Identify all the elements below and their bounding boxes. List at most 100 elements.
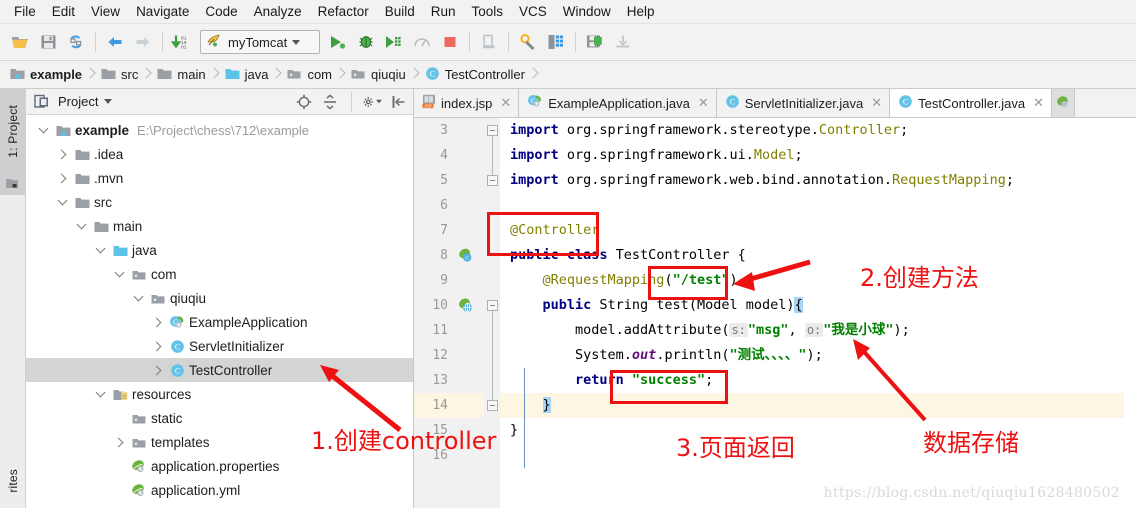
close-icon[interactable]: ✕ [1033, 95, 1044, 111]
tree-item-qiuqiu[interactable]: qiuqiu [26, 286, 413, 310]
gear-icon[interactable] [363, 92, 383, 112]
tree-item-static[interactable]: static [26, 406, 413, 430]
tree-twisty[interactable] [110, 262, 129, 286]
profiler-icon[interactable] [408, 28, 436, 56]
gutter-line-13[interactable]: 13 [414, 368, 484, 393]
fold-marker-imports-end[interactable] [487, 175, 498, 186]
breadcrumb-item-example[interactable]: example [4, 61, 86, 89]
run-with-coverage-icon[interactable] [380, 28, 408, 56]
menu-item-vcs[interactable]: VCS [511, 2, 555, 21]
tree-twisty[interactable] [148, 310, 167, 334]
menu-item-view[interactable]: View [83, 2, 128, 21]
tree-item-src[interactable]: src [26, 190, 413, 214]
editor-gutter[interactable]: 3 4 5 6 7 8 C 9 10 11 12 13 14 15 16 [414, 118, 484, 508]
breadcrumb-item-testcontroller[interactable]: C TestController [419, 61, 529, 89]
gutter-line-16[interactable]: 16 [414, 443, 484, 468]
tree-item--idea[interactable]: .idea [26, 142, 413, 166]
synchronize-icon[interactable] [62, 28, 90, 56]
structure-tool-icon[interactable] [0, 173, 25, 195]
tree-item--mvn[interactable]: .mvn [26, 166, 413, 190]
code-lines[interactable]: import org.springframework.stereotype.Co… [500, 118, 1124, 508]
save-project-icon[interactable] [581, 28, 609, 56]
tree-item-exampleapplication[interactable]: C ExampleApplication [26, 310, 413, 334]
breadcrumb-item-qiuqiu[interactable]: qiuqiu [345, 61, 410, 89]
tree-twisty[interactable] [91, 382, 110, 406]
compile-icon[interactable]: 01 10 01 [168, 28, 196, 56]
spring-bean-icon[interactable]: C [448, 247, 484, 265]
settings-icon[interactable] [514, 28, 542, 56]
gutter-line-10[interactable]: 10 [414, 293, 484, 318]
tree-item-example[interactable]: example E:\Project\chess\712\example [26, 118, 413, 142]
gutter-line-12[interactable]: 12 [414, 343, 484, 368]
gutter-line-3[interactable]: 3 [414, 118, 484, 143]
gutter-line-4[interactable]: 4 [414, 143, 484, 168]
tree-twisty[interactable] [91, 238, 110, 262]
tree-item-testcontroller[interactable]: C TestController [26, 358, 413, 382]
tree-twisty[interactable] [110, 430, 129, 454]
gutter-line-8[interactable]: 8C [414, 243, 484, 268]
menu-item-window[interactable]: Window [555, 2, 619, 21]
fold-marker-method-end[interactable] [487, 400, 498, 411]
tree-item-resources[interactable]: resources [26, 382, 413, 406]
close-icon[interactable]: ✕ [871, 95, 882, 111]
fold-column[interactable] [484, 118, 500, 508]
tree-twisty[interactable] [110, 478, 129, 502]
code-editor[interactable]: 3 4 5 6 7 8 C 9 10 11 12 13 14 15 16 import org.spring… [414, 118, 1136, 508]
menu-item-analyze[interactable]: Analyze [246, 2, 310, 21]
project-tree[interactable]: example E:\Project\chess\712\example .idea… [26, 115, 413, 508]
editor-tab-testcontroller[interactable]: C TestController.java ✕ [890, 89, 1053, 117]
tree-twisty[interactable] [129, 286, 148, 310]
tool-window-button-project[interactable]: 1: Project [0, 89, 26, 173]
menu-item-help[interactable]: Help [619, 2, 663, 21]
tree-item-com[interactable]: com [26, 262, 413, 286]
breadcrumb-item-com[interactable]: com [281, 61, 336, 89]
breadcrumb-item-main[interactable]: main [151, 61, 209, 89]
tree-twisty[interactable] [148, 358, 167, 382]
update-app-icon[interactable] [475, 28, 503, 56]
open-folder-icon[interactable] [6, 28, 34, 56]
fold-marker-imports[interactable] [487, 125, 498, 136]
forward-arrow-icon[interactable] [129, 28, 157, 56]
tree-twisty[interactable] [72, 214, 91, 238]
chevron-down-icon[interactable] [104, 99, 113, 104]
stop-icon[interactable] [436, 28, 464, 56]
close-icon[interactable]: ✕ [500, 95, 511, 111]
tree-item-templates[interactable]: templates [26, 430, 413, 454]
tree-item-java[interactable]: java [26, 238, 413, 262]
tree-twisty[interactable] [53, 166, 72, 190]
gutter-line-15[interactable]: 15 [414, 418, 484, 443]
editor-tab-index-jsp[interactable]: JSP index.jsp ✕ [414, 89, 520, 117]
menu-item-edit[interactable]: Edit [44, 2, 83, 21]
tool-window-button-favorites[interactable]: rites [0, 456, 26, 506]
scroll-from-source-icon[interactable] [294, 92, 314, 112]
tree-twisty[interactable] [148, 334, 167, 358]
breadcrumb-item-src[interactable]: src [95, 61, 142, 89]
gutter-line-14[interactable]: 14 [414, 393, 484, 418]
close-icon[interactable]: ✕ [698, 95, 709, 111]
chevron-down-icon[interactable] [292, 39, 301, 45]
tree-item-application-properties[interactable]: application.properties [26, 454, 413, 478]
gutter-line-11[interactable]: 11 [414, 318, 484, 343]
gutter-line-9[interactable]: 9 [414, 268, 484, 293]
menu-item-file[interactable]: File [6, 2, 44, 21]
tree-twisty[interactable] [53, 142, 72, 166]
gutter-line-6[interactable]: 6 [414, 193, 484, 218]
editor-tab-exampleapplication[interactable]: C ExampleApplication.java ✕ [519, 89, 717, 117]
back-arrow-icon[interactable] [101, 28, 129, 56]
breadcrumb-item-java[interactable]: java [219, 61, 273, 89]
editor-tab-servletinitializer[interactable]: C ServletInitializer.java ✕ [717, 89, 891, 117]
menu-item-tools[interactable]: Tools [464, 2, 512, 21]
debug-icon[interactable] [352, 28, 380, 56]
collapse-all-icon[interactable] [320, 92, 340, 112]
run-icon[interactable] [324, 28, 352, 56]
fold-marker-method[interactable] [487, 300, 498, 311]
menu-item-navigate[interactable]: Navigate [128, 2, 197, 21]
tree-twisty[interactable] [110, 406, 129, 430]
save-all-icon[interactable] [34, 28, 62, 56]
tree-twisty[interactable] [53, 190, 72, 214]
editor-tab-overflow[interactable] [1052, 89, 1076, 117]
spring-mapping-icon[interactable] [448, 297, 484, 315]
hide-panel-icon[interactable] [389, 92, 409, 112]
update-project-icon[interactable] [609, 28, 637, 56]
tree-item-main[interactable]: main [26, 214, 413, 238]
